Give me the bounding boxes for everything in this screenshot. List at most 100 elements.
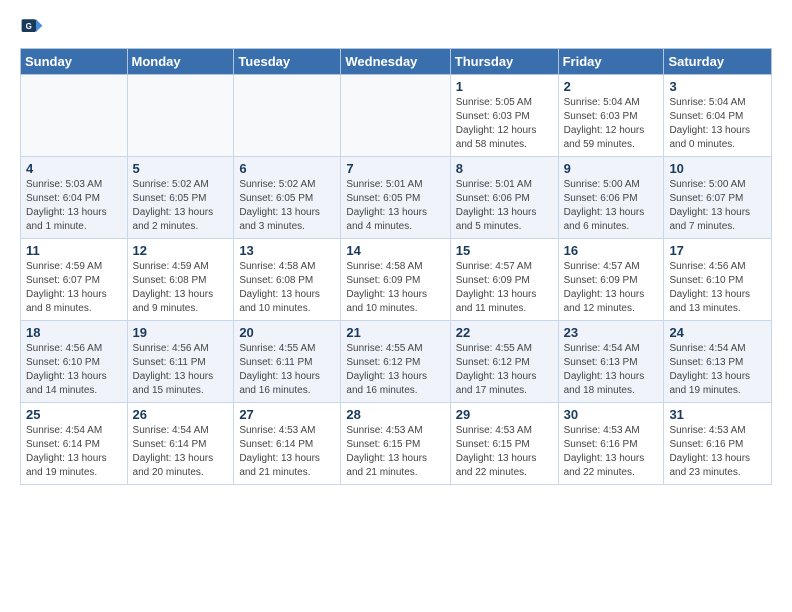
day-number: 6 — [239, 161, 335, 176]
day-detail: Sunrise: 5:00 AM Sunset: 6:06 PM Dayligh… — [564, 178, 659, 234]
calendar-cell: 7 Sunrise: 5:01 AM Sunset: 6:05 PM Daylig… — [341, 157, 450, 239]
calendar-cell: 28Sunrise: 4:53 AM Sunset: 6:15 PM Dayli… — [341, 403, 450, 485]
day-detail: Sunrise: 4:53 AM Sunset: 6:14 PM Dayligh… — [239, 424, 335, 480]
header-friday: Friday — [558, 49, 664, 75]
day-detail: Sunrise: 4:58 AM Sunset: 6:08 PM Dayligh… — [239, 260, 335, 316]
day-number: 12 — [133, 243, 229, 258]
calendar-cell: 13 Sunrise: 4:58 AM Sunset: 6:08 PM Dayli… — [234, 239, 341, 321]
day-detail: Sunrise: 4:53 AM Sunset: 6:15 PM Dayligh… — [456, 424, 553, 480]
day-number: 11 — [26, 243, 122, 258]
week-row-4: 25Sunrise: 4:54 AM Sunset: 6:14 PM Dayli… — [21, 403, 772, 485]
header-sunday: Sunday — [21, 49, 128, 75]
day-number: 16 — [564, 243, 659, 258]
day-number: 20 — [239, 325, 335, 340]
day-detail: Sunrise: 5:01 AM Sunset: 6:06 PM Dayligh… — [456, 178, 553, 234]
day-number: 23 — [564, 325, 659, 340]
calendar-cell: 15 Sunrise: 4:57 AM Sunset: 6:09 PM Dayli… — [450, 239, 558, 321]
day-detail: Sunrise: 4:55 AM Sunset: 6:11 PM Dayligh… — [239, 342, 335, 398]
calendar-cell: 19Sunrise: 4:56 AM Sunset: 6:11 PM Dayli… — [127, 321, 234, 403]
calendar-cell: 17 Sunrise: 4:56 AM Sunset: 6:10 PM Dayli… — [664, 239, 772, 321]
day-detail: Sunrise: 4:56 AM Sunset: 6:10 PM Dayligh… — [669, 260, 766, 316]
day-detail: Sunrise: 4:57 AM Sunset: 6:09 PM Dayligh… — [564, 260, 659, 316]
day-number: 13 — [239, 243, 335, 258]
calendar-cell: 14 Sunrise: 4:58 AM Sunset: 6:09 PM Dayli… — [341, 239, 450, 321]
header-saturday: Saturday — [664, 49, 772, 75]
day-detail: Sunrise: 4:54 AM Sunset: 6:14 PM Dayligh… — [133, 424, 229, 480]
calendar-header-row: SundayMondayTuesdayWednesdayThursdayFrid… — [21, 49, 772, 75]
day-detail: Sunrise: 5:02 AM Sunset: 6:05 PM Dayligh… — [239, 178, 335, 234]
calendar-cell: 27 Sunrise: 4:53 AM Sunset: 6:14 PM Dayli… — [234, 403, 341, 485]
calendar-cell: 5Sunrise: 5:02 AM Sunset: 6:05 PM Daylig… — [127, 157, 234, 239]
page: G SundayMondayTuesdayWednesdayThursdayFr… — [0, 0, 792, 501]
day-detail: Sunrise: 4:58 AM Sunset: 6:09 PM Dayligh… — [346, 260, 444, 316]
header-tuesday: Tuesday — [234, 49, 341, 75]
calendar-cell: 22 Sunrise: 4:55 AM Sunset: 6:12 PM Dayli… — [450, 321, 558, 403]
calendar-cell: 1 Sunrise: 5:05 AM Sunset: 6:03 PM Daylig… — [450, 75, 558, 157]
week-row-2: 11Sunrise: 4:59 AM Sunset: 6:07 PM Dayli… — [21, 239, 772, 321]
day-number: 22 — [456, 325, 553, 340]
day-detail: Sunrise: 4:54 AM Sunset: 6:14 PM Dayligh… — [26, 424, 122, 480]
day-number: 31 — [669, 407, 766, 422]
week-row-1: 4 Sunrise: 5:03 AM Sunset: 6:04 PM Daylig… — [21, 157, 772, 239]
calendar-cell: 30Sunrise: 4:53 AM Sunset: 6:16 PM Dayli… — [558, 403, 664, 485]
calendar: SundayMondayTuesdayWednesdayThursdayFrid… — [20, 48, 772, 485]
calendar-cell: 21 Sunrise: 4:55 AM Sunset: 6:12 PM Dayli… — [341, 321, 450, 403]
calendar-cell: 6 Sunrise: 5:02 AM Sunset: 6:05 PM Daylig… — [234, 157, 341, 239]
day-number: 10 — [669, 161, 766, 176]
day-number: 2 — [564, 79, 659, 94]
day-number: 27 — [239, 407, 335, 422]
day-number: 24 — [669, 325, 766, 340]
header-thursday: Thursday — [450, 49, 558, 75]
calendar-cell: 3Sunrise: 5:04 AM Sunset: 6:04 PM Daylig… — [664, 75, 772, 157]
calendar-cell: 11Sunrise: 4:59 AM Sunset: 6:07 PM Dayli… — [21, 239, 128, 321]
calendar-cell: 29 Sunrise: 4:53 AM Sunset: 6:15 PM Dayli… — [450, 403, 558, 485]
day-detail: Sunrise: 4:54 AM Sunset: 6:13 PM Dayligh… — [669, 342, 766, 398]
calendar-cell: 8 Sunrise: 5:01 AM Sunset: 6:06 PM Daylig… — [450, 157, 558, 239]
day-number: 9 — [564, 161, 659, 176]
calendar-cell: 9 Sunrise: 5:00 AM Sunset: 6:06 PM Daylig… — [558, 157, 664, 239]
day-detail: Sunrise: 4:53 AM Sunset: 6:15 PM Dayligh… — [346, 424, 444, 480]
day-number: 29 — [456, 407, 553, 422]
day-number: 17 — [669, 243, 766, 258]
day-number: 4 — [26, 161, 122, 176]
day-number: 21 — [346, 325, 444, 340]
calendar-cell — [341, 75, 450, 157]
day-detail: Sunrise: 5:05 AM Sunset: 6:03 PM Dayligh… — [456, 96, 553, 152]
logo: G — [20, 16, 46, 40]
calendar-cell: 12 Sunrise: 4:59 AM Sunset: 6:08 PM Dayli… — [127, 239, 234, 321]
calendar-cell: 16 Sunrise: 4:57 AM Sunset: 6:09 PM Dayli… — [558, 239, 664, 321]
calendar-cell: 20 Sunrise: 4:55 AM Sunset: 6:11 PM Dayli… — [234, 321, 341, 403]
header-monday: Monday — [127, 49, 234, 75]
calendar-cell — [21, 75, 128, 157]
day-number: 26 — [133, 407, 229, 422]
day-number: 1 — [456, 79, 553, 94]
day-detail: Sunrise: 4:54 AM Sunset: 6:13 PM Dayligh… — [564, 342, 659, 398]
day-number: 8 — [456, 161, 553, 176]
day-number: 15 — [456, 243, 553, 258]
day-detail: Sunrise: 4:59 AM Sunset: 6:08 PM Dayligh… — [133, 260, 229, 316]
day-detail: Sunrise: 4:55 AM Sunset: 6:12 PM Dayligh… — [456, 342, 553, 398]
day-number: 18 — [26, 325, 122, 340]
svg-text:G: G — [26, 22, 32, 31]
calendar-cell: 10 Sunrise: 5:00 AM Sunset: 6:07 PM Dayli… — [664, 157, 772, 239]
day-detail: Sunrise: 5:00 AM Sunset: 6:07 PM Dayligh… — [669, 178, 766, 234]
day-number: 7 — [346, 161, 444, 176]
day-detail: Sunrise: 5:04 AM Sunset: 6:04 PM Dayligh… — [669, 96, 766, 152]
day-detail: Sunrise: 4:55 AM Sunset: 6:12 PM Dayligh… — [346, 342, 444, 398]
day-detail: Sunrise: 5:01 AM Sunset: 6:05 PM Dayligh… — [346, 178, 444, 234]
calendar-cell: 24 Sunrise: 4:54 AM Sunset: 6:13 PM Dayli… — [664, 321, 772, 403]
calendar-cell: 31Sunrise: 4:53 AM Sunset: 6:16 PM Dayli… — [664, 403, 772, 485]
calendar-cell: 4 Sunrise: 5:03 AM Sunset: 6:04 PM Daylig… — [21, 157, 128, 239]
calendar-cell: 23 Sunrise: 4:54 AM Sunset: 6:13 PM Dayli… — [558, 321, 664, 403]
header: G — [20, 16, 772, 40]
calendar-cell — [234, 75, 341, 157]
day-number: 14 — [346, 243, 444, 258]
day-detail: Sunrise: 5:03 AM Sunset: 6:04 PM Dayligh… — [26, 178, 122, 234]
day-detail: Sunrise: 5:02 AM Sunset: 6:05 PM Dayligh… — [133, 178, 229, 234]
calendar-cell: 25Sunrise: 4:54 AM Sunset: 6:14 PM Dayli… — [21, 403, 128, 485]
logo-icon: G — [20, 16, 44, 40]
week-row-3: 18Sunrise: 4:56 AM Sunset: 6:10 PM Dayli… — [21, 321, 772, 403]
day-detail: Sunrise: 4:56 AM Sunset: 6:11 PM Dayligh… — [133, 342, 229, 398]
day-detail: Sunrise: 4:53 AM Sunset: 6:16 PM Dayligh… — [564, 424, 659, 480]
day-detail: Sunrise: 4:57 AM Sunset: 6:09 PM Dayligh… — [456, 260, 553, 316]
